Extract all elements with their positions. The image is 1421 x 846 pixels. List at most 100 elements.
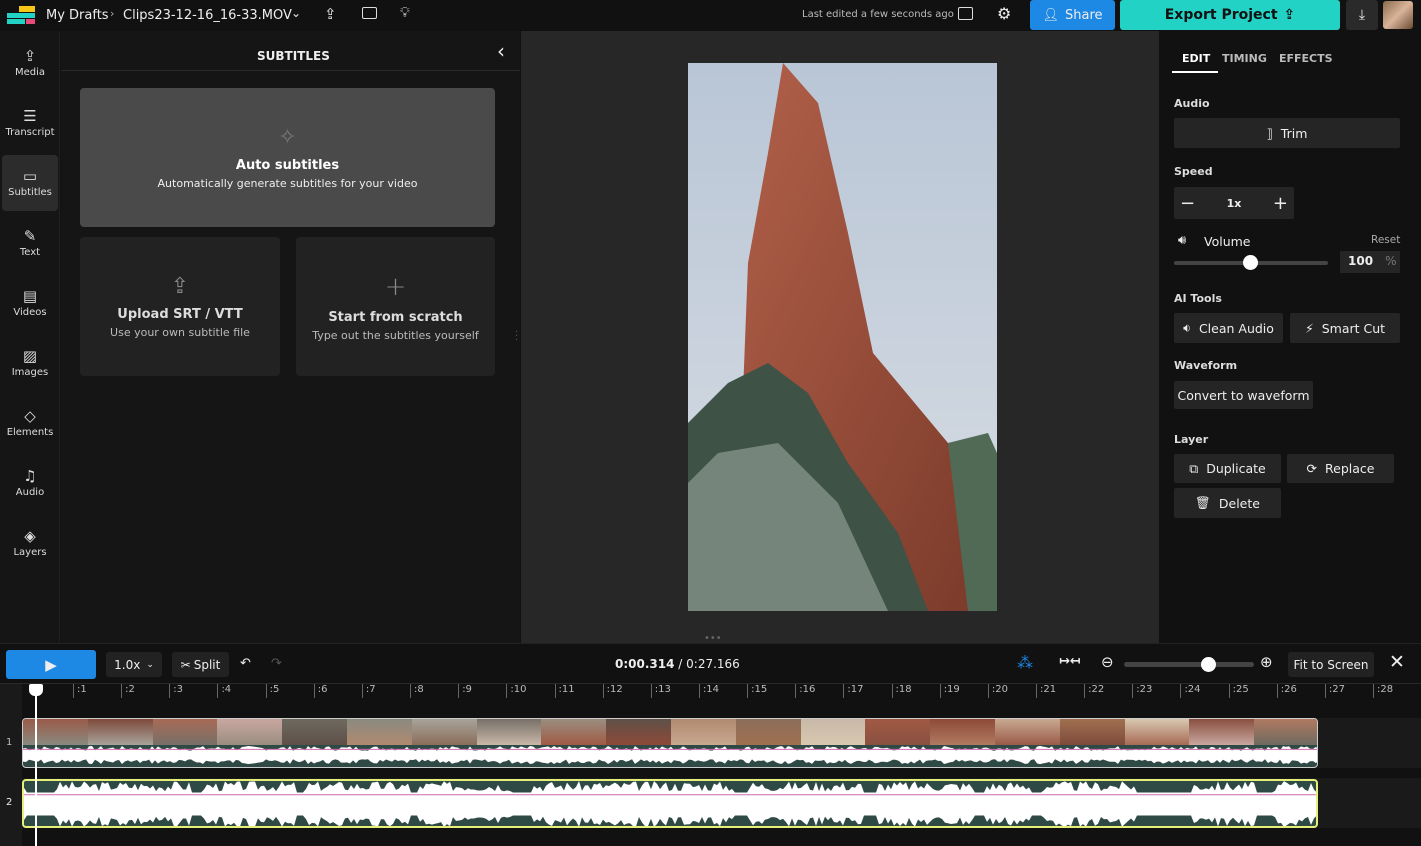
play-icon: ▶	[45, 655, 57, 674]
plus-icon[interactable]: +	[1273, 193, 1288, 214]
sidebar-item-label: Images	[11, 367, 49, 378]
timeline-tick: :8	[410, 684, 424, 698]
sidebar-item-media[interactable]: ⇪ Media	[2, 35, 58, 91]
sidebar-item-label: Transcript	[5, 127, 55, 138]
timeline-tick: :25	[1228, 684, 1249, 698]
upload-icon[interactable]: ⇪	[324, 5, 337, 23]
undo-icon[interactable]: ↶	[240, 656, 251, 671]
file-name[interactable]: Clips23-12-16_16-33.MOV	[123, 8, 292, 23]
speaker-icon: 🔊︎	[1178, 233, 1187, 248]
timeline-tick: :15	[747, 684, 767, 698]
redo-icon: ↷	[271, 656, 282, 671]
breadcrumb-root[interactable]: My Drafts	[46, 8, 109, 23]
clean-audio-button[interactable]: 🔉︎ Clean Audio	[1174, 313, 1283, 343]
reset-button[interactable]: Reset	[1371, 234, 1400, 246]
playhead-handle[interactable]	[29, 684, 43, 696]
resize-handle[interactable]: · · ·	[515, 328, 518, 346]
duplicate-icon: ⧉	[1189, 460, 1199, 476]
timeline-tick: :27	[1324, 684, 1345, 698]
upload-srt-card[interactable]: ⇪ Upload SRT / VTT Use your own subtitle…	[80, 237, 280, 376]
timeline-tick: :6	[313, 684, 327, 698]
minus-icon[interactable]: −	[1180, 193, 1195, 214]
replace-icon: ⟳	[1306, 461, 1318, 476]
sidebar-item-label: Elements	[6, 427, 54, 438]
playback-speed-select[interactable]: 1.0x ⌄	[106, 652, 162, 677]
snap-icon[interactable]: ⁂	[1017, 653, 1033, 672]
sidebar-item-label: Audio	[15, 487, 45, 498]
top-bar: My Drafts › Clips23-12-16_16-33.MOV ⌄ ⇪ …	[0, 0, 1421, 31]
video-preview: •••	[521, 31, 1159, 644]
timeline-tick: :13	[650, 684, 671, 698]
play-button[interactable]: ▶	[6, 650, 96, 679]
sidebar-item-transcript[interactable]: ☰ Transcript	[2, 95, 58, 151]
sidebar-item-audio[interactable]: ♫ Audio	[2, 455, 58, 511]
sidebar-item-images[interactable]: ▨ Images	[2, 335, 58, 391]
convert-waveform-button[interactable]: Convert to waveform	[1174, 381, 1313, 409]
timeline-tick: :11	[554, 684, 575, 698]
zoom-in-icon[interactable]: ⊕	[1260, 653, 1273, 671]
volume-slider-thumb[interactable]	[1243, 255, 1258, 270]
sidebar-item-videos[interactable]: ▤ Videos	[2, 275, 58, 331]
video-frame[interactable]	[688, 63, 997, 611]
collapse-panel-icon[interactable]: ‹	[497, 39, 505, 63]
zoom-slider-thumb[interactable]	[1201, 657, 1216, 672]
sidebar-item-text[interactable]: ✎ Text	[2, 215, 58, 271]
transcript-icon: ☰	[23, 107, 37, 125]
tab-timing[interactable]: TIMING	[1222, 52, 1267, 65]
upload-cloud-icon: ⇪	[23, 47, 37, 65]
zoom-out-icon[interactable]: ⊖	[1101, 653, 1114, 671]
sidebar-item-elements[interactable]: ◇ Elements	[2, 395, 58, 451]
sparkle-icon: ✧	[278, 125, 297, 150]
captions-icon[interactable]	[362, 7, 377, 19]
close-icon[interactable]: ✕	[1389, 651, 1405, 673]
text-edit-icon: ✎	[23, 227, 37, 245]
tab-edit[interactable]: EDIT	[1172, 52, 1219, 73]
subtitles-panel: SUBTITLES ‹ ✧ Auto subtitles Automatical…	[61, 31, 520, 643]
app-logo[interactable]	[7, 6, 37, 26]
video-clip-waveform	[23, 745, 1317, 765]
scissors-icon: ✂	[180, 657, 191, 672]
video-clip[interactable]	[22, 718, 1318, 768]
download-button[interactable]: ⤓	[1346, 0, 1378, 30]
start-from-scratch-card[interactable]: + Start from scratch Type out the subtit…	[296, 237, 495, 376]
volume-input[interactable]: 100%	[1340, 251, 1400, 273]
subtitles-icon: ▭	[22, 167, 38, 185]
lightning-icon: ⚡︎	[1304, 320, 1314, 336]
timeline-tick: :12	[602, 684, 623, 698]
tab-effects[interactable]: EFFECTS	[1279, 52, 1333, 65]
delete-button[interactable]: 🗑︎ Delete	[1174, 488, 1281, 518]
timeline-tick: :24	[1180, 684, 1201, 698]
chevron-down-icon[interactable]: ⌄	[291, 6, 301, 20]
replace-button[interactable]: ⟳ Replace	[1287, 454, 1394, 483]
smart-cut-button[interactable]: ⚡︎ Smart Cut	[1290, 313, 1400, 343]
export-project-button[interactable]: Export Project ⇪	[1120, 0, 1340, 30]
sidebar-item-layers[interactable]: ◈ Layers	[2, 515, 58, 571]
avatar[interactable]	[1383, 1, 1413, 29]
fit-to-screen-button[interactable]: Fit to Screen	[1288, 652, 1374, 677]
film-icon: ▤	[22, 287, 38, 305]
speed-label: Speed	[1174, 165, 1213, 178]
comment-icon[interactable]	[958, 7, 973, 20]
left-rail: ⇪ Media ☰ Transcript ▭ Subtitles ✎ Text ▤ Videos ▨…	[0, 31, 60, 643]
music-icon: ♫	[23, 467, 37, 485]
gear-icon[interactable]: ⚙	[997, 4, 1011, 23]
sidebar-item-subtitles[interactable]: ▭ Subtitles	[2, 155, 58, 211]
split-button[interactable]: ✂ Split	[172, 652, 229, 677]
fit-gaps-icon[interactable]: ↦↤	[1059, 654, 1081, 669]
timeline-tick: :16	[795, 684, 815, 698]
timeline-tick: :14	[698, 684, 719, 698]
share-button[interactable]: 👤︎ Share	[1030, 0, 1115, 30]
audio-clip[interactable]	[22, 779, 1318, 828]
timeline-tick: :3	[169, 684, 183, 698]
duplicate-button[interactable]: ⧉ Duplicate	[1174, 454, 1281, 483]
trim-button[interactable]: ⟧ Trim	[1174, 118, 1400, 148]
lightbulb-icon[interactable]: 💡︎	[400, 5, 410, 21]
auto-subtitles-card[interactable]: ✧ Auto subtitles Automatically generate …	[80, 88, 495, 227]
timeline-tick: :19	[939, 684, 960, 698]
export-icon: ⇪	[1283, 7, 1296, 23]
playhead[interactable]	[35, 684, 37, 846]
zoom-slider[interactable]	[1124, 657, 1254, 672]
volume-slider[interactable]	[1174, 255, 1328, 270]
timeline-tick: :2	[121, 684, 135, 698]
speed-stepper[interactable]: −1x +	[1174, 187, 1294, 219]
